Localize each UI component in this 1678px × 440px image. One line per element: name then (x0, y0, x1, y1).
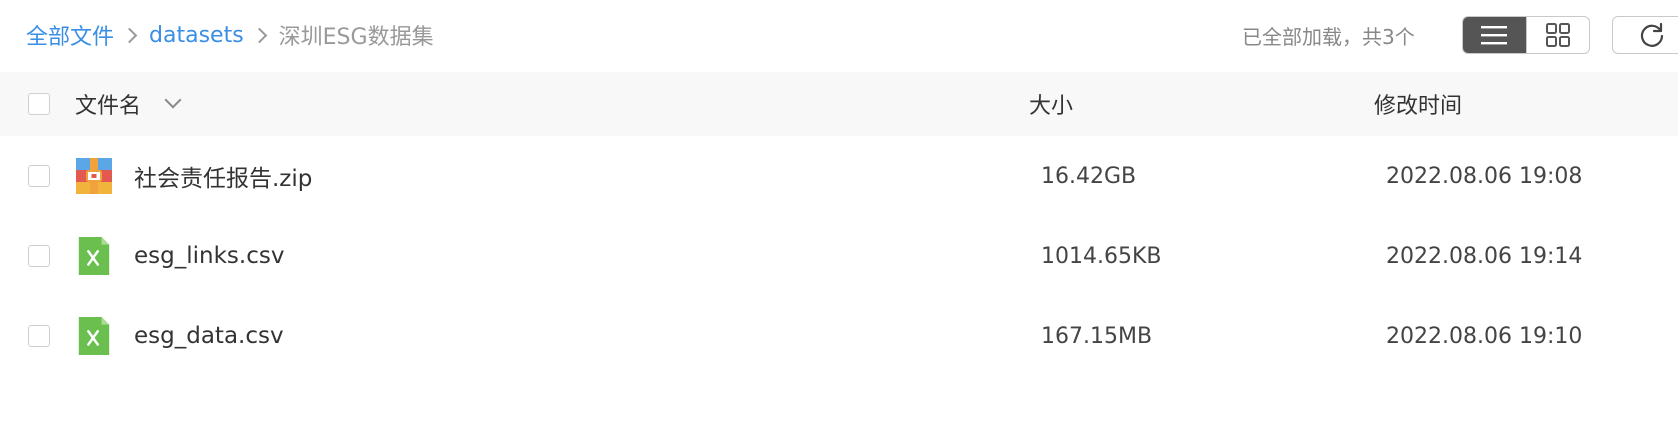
refresh-icon (1640, 22, 1664, 47)
breadcrumb-current: 深圳ESG数据集 (278, 25, 434, 50)
column-header-modified[interactable]: 修改时间 (1374, 72, 1462, 136)
file-name[interactable]: esg_links.csv (134, 216, 284, 296)
file-size: 1014.65KB (1041, 243, 1162, 269)
file-modified-time: 2022.08.06 19:14 (1386, 243, 1583, 269)
column-header-size[interactable]: 大小 (1029, 72, 1073, 136)
column-header-name[interactable]: 文件名 (75, 72, 182, 136)
grid-icon (1545, 23, 1570, 47)
file-modified-time: 2022.08.06 19:10 (1386, 323, 1583, 349)
column-header-size-label: 大小 (1029, 94, 1074, 119)
table-row[interactable]: esg_links.csv 1014.65KB 2022.08.06 19:14 (0, 216, 1678, 296)
file-name[interactable]: 社会责任报告.zip (134, 136, 312, 216)
refresh-button[interactable] (1612, 16, 1678, 54)
top-bar: 全部文件 datasets 深圳ESG数据集 已全部加载，共3个 (0, 0, 1678, 72)
table-row[interactable]: 社会责任报告.zip 16.42GB 2022.08.06 19:08 (0, 136, 1678, 216)
table-header: 文件名 大小 修改时间 (0, 72, 1678, 136)
select-all-checkbox[interactable] (28, 93, 50, 115)
chevron-down-icon[interactable] (164, 91, 182, 109)
breadcrumb-folder-link[interactable]: datasets (149, 23, 244, 48)
column-header-modified-label: 修改时间 (1374, 94, 1463, 119)
file-name[interactable]: esg_data.csv (134, 296, 284, 376)
grid-view-button[interactable] (1525, 17, 1590, 53)
load-status-text: 已全部加载，共3个 (1242, 25, 1415, 49)
zip-file-icon (76, 158, 112, 194)
breadcrumb-root-link[interactable]: 全部文件 (26, 19, 114, 51)
row-checkbox[interactable] (28, 245, 50, 267)
row-checkbox[interactable] (28, 165, 50, 187)
file-size: 167.15MB (1041, 323, 1153, 349)
chevron-right-icon (121, 27, 138, 43)
column-header-name-label: 文件名 (75, 94, 142, 119)
file-modified-time: 2022.08.06 19:08 (1386, 163, 1583, 189)
file-size: 16.42GB (1041, 163, 1137, 189)
breadcrumb: 全部文件 datasets 深圳ESG数据集 (26, 17, 434, 53)
list-view-button[interactable] (1463, 17, 1526, 53)
excel-file-icon (78, 317, 110, 355)
view-mode-toggle (1462, 16, 1590, 54)
list-icon (1481, 26, 1508, 45)
chevron-right-icon (251, 27, 267, 43)
table-row[interactable]: esg_data.csv 167.15MB 2022.08.06 19:10 (0, 296, 1678, 376)
excel-file-icon (78, 237, 110, 275)
row-checkbox[interactable] (28, 325, 50, 347)
